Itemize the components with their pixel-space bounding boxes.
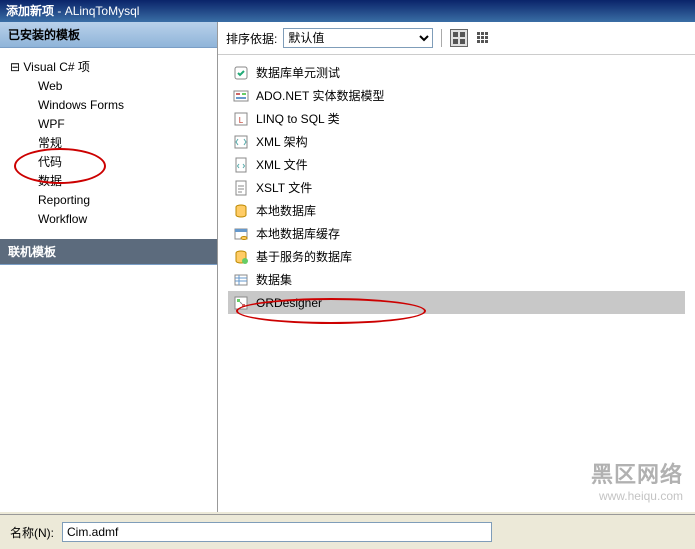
list-item[interactable]: 基于服务的数据库 [228, 245, 685, 268]
name-label: 名称(N): [10, 524, 54, 541]
title-project: ALinqToMysql [65, 4, 140, 18]
list-item-label: 基于服务的数据库 [256, 248, 352, 265]
tree-item-code[interactable]: 代码 [34, 153, 211, 172]
list-item[interactable]: 本地数据库 [228, 199, 685, 222]
content-pane: 排序依据: 默认值 数据库单元测试 ADO.NET 实体数据模型 L LINQ to … [218, 22, 695, 512]
grid-small-icon [477, 32, 489, 44]
ado-model-icon [232, 88, 250, 104]
list-item[interactable]: XSLT 文件 [228, 176, 685, 199]
tree-item-data[interactable]: 数据 [34, 172, 211, 191]
list-item[interactable]: XML 架构 [228, 130, 685, 153]
local-db-icon [232, 203, 250, 219]
xslt-file-icon [232, 180, 250, 196]
svg-text:L: L [239, 116, 244, 125]
list-item[interactable]: 数据集 [228, 268, 685, 291]
view-medium-button[interactable] [450, 29, 468, 47]
db-cache-icon [232, 226, 250, 242]
list-item-label: ORDesigner [256, 296, 322, 310]
ordesigner-icon [232, 295, 250, 311]
tree-item-winforms[interactable]: Windows Forms [34, 96, 211, 115]
sort-label: 排序依据: [226, 30, 277, 47]
tree-item-reporting[interactable]: Reporting [34, 191, 211, 210]
list-item[interactable]: 数据库单元测试 [228, 61, 685, 84]
tree-item-workflow[interactable]: Workflow [34, 210, 211, 229]
db-test-icon [232, 65, 250, 81]
grid-icon [453, 32, 465, 44]
list-item[interactable]: 本地数据库缓存 [228, 222, 685, 245]
list-item-label: XSLT 文件 [256, 179, 312, 196]
sort-dropdown[interactable]: 默认值 [283, 28, 433, 48]
xml-file-icon [232, 157, 250, 173]
list-item-label: 本地数据库 [256, 202, 316, 219]
toolbar-separator [441, 29, 442, 47]
linq-sql-icon: L [232, 111, 250, 127]
xml-schema-icon [232, 134, 250, 150]
dataset-icon [232, 272, 250, 288]
list-item-label: 数据库单元测试 [256, 64, 340, 81]
installed-templates-header: 已安装的模板 [0, 22, 217, 48]
list-item[interactable]: L LINQ to SQL 类 [228, 107, 685, 130]
tree-item-wpf[interactable]: WPF [34, 115, 211, 134]
tree-item-general[interactable]: 常规 [34, 134, 211, 153]
list-item[interactable]: XML 文件 [228, 153, 685, 176]
list-item[interactable]: ADO.NET 实体数据模型 [228, 84, 685, 107]
list-item-label: 数据集 [256, 271, 292, 288]
category-tree: ⊟ Visual C# 项 Web Windows Forms WPF 常规 代… [0, 48, 217, 239]
list-item-label: 本地数据库缓存 [256, 225, 340, 242]
tree-item-web[interactable]: Web [34, 77, 211, 96]
list-item-label: XML 文件 [256, 156, 308, 173]
list-item-label: ADO.NET 实体数据模型 [256, 87, 384, 104]
list-item[interactable]: ORDesigner [228, 291, 685, 314]
toolbar: 排序依据: 默认值 [218, 22, 695, 55]
name-row: 名称(N): [0, 514, 695, 549]
view-small-button[interactable] [474, 29, 492, 47]
sidebar: 已安装的模板 ⊟ Visual C# 项 Web Windows Forms W… [0, 22, 218, 512]
title-main: 添加新项 [6, 4, 54, 18]
title-sep: - [57, 4, 64, 18]
service-db-icon [232, 249, 250, 265]
window-titlebar: 添加新项 - ALinqToMysql [0, 0, 695, 22]
list-item-label: XML 架构 [256, 133, 308, 150]
tree-root[interactable]: ⊟ Visual C# 项 [6, 58, 211, 77]
collapse-icon: ⊟ [10, 60, 23, 74]
name-input[interactable] [62, 522, 492, 542]
online-templates-header[interactable]: 联机模板 [0, 239, 217, 265]
list-item-label: LINQ to SQL 类 [256, 110, 340, 127]
template-list: 数据库单元测试 ADO.NET 实体数据模型 L LINQ to SQL 类 XML 架… [218, 55, 695, 512]
